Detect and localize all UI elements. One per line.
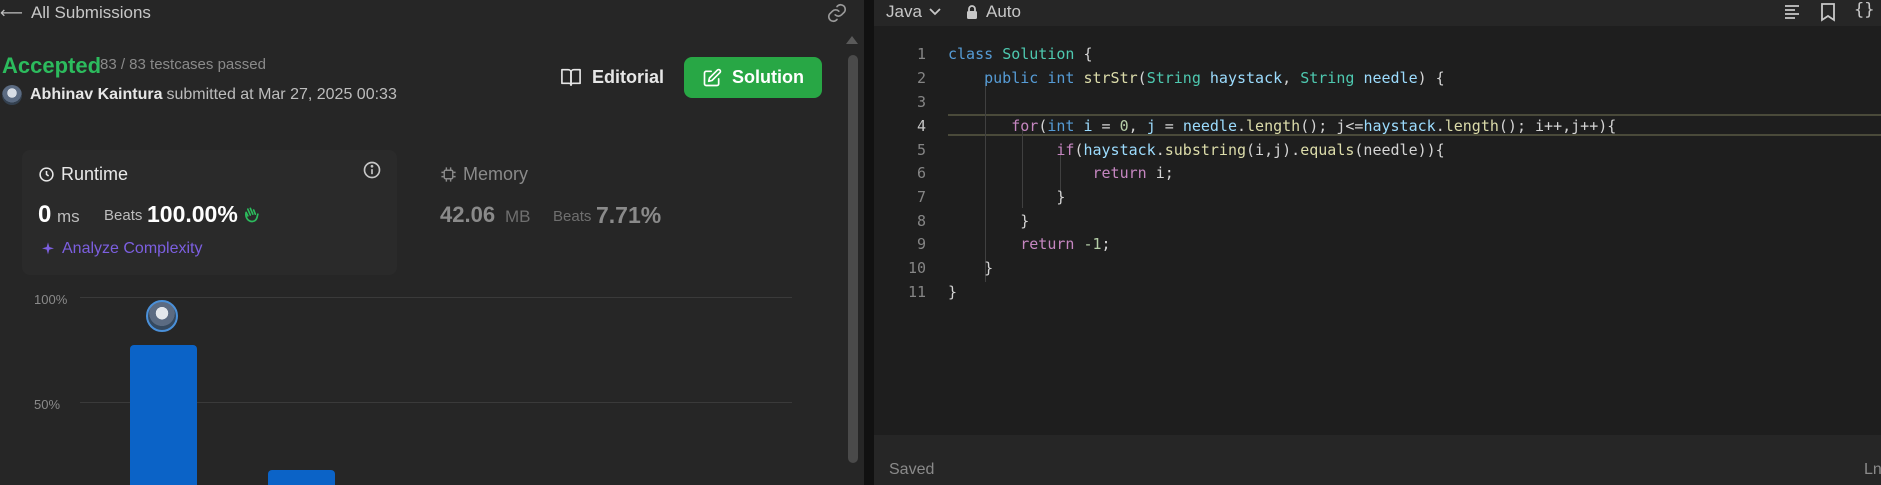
analyze-label: Analyze Complexity	[62, 240, 203, 257]
code-line[interactable]: return i;	[948, 164, 1174, 182]
editorial-button[interactable]: Editorial	[548, 57, 676, 97]
solution-label: Solution	[732, 67, 804, 87]
chart-y-100: 100%	[34, 292, 68, 307]
language-select[interactable]: Java	[886, 2, 942, 22]
lock-icon	[967, 4, 977, 19]
mode-label: Auto	[986, 2, 1021, 21]
sparkle-icon	[42, 242, 54, 255]
gridline-100	[80, 297, 792, 298]
memory-label: Memory	[463, 164, 529, 184]
runtime-unit: ms	[57, 207, 80, 226]
submitter-row: Abhinav Kaintura submitted at Mar 27, 20…	[2, 85, 397, 105]
book-icon	[561, 68, 581, 86]
runtime-bar-1ms[interactable]	[268, 470, 335, 485]
cursor-position: Ln	[1864, 461, 1881, 478]
your-submission-avatar	[146, 300, 178, 332]
line-number: 3	[916, 93, 926, 111]
memory-value: 42.06	[440, 202, 496, 227]
save-status: Saved	[889, 461, 935, 478]
edit-icon	[703, 68, 722, 86]
chip-icon	[441, 167, 456, 182]
bookmark-icon[interactable]	[1820, 2, 1836, 22]
back-label: All Submissions	[30, 3, 151, 22]
line-number: 8	[916, 212, 926, 230]
back-arrow-icon: ⟵	[0, 5, 23, 22]
runtime-beats-value: 100.00%	[147, 201, 238, 227]
line-number: 7	[916, 188, 926, 206]
editor-toolbar	[874, 0, 1881, 26]
memory-beats-value: 7.71%	[596, 202, 662, 228]
runtime-label: Runtime	[61, 164, 129, 184]
solution-button[interactable]: Solution	[684, 57, 822, 98]
runtime-title: Runtime	[38, 164, 128, 185]
code-line[interactable]: if(haystack.substring(i,j).equals(needle…	[948, 141, 1444, 159]
code-line[interactable]: class Solution {	[948, 45, 1093, 63]
runtime-bar-0ms[interactable]	[130, 345, 197, 485]
username[interactable]: Abhinav Kaintura	[30, 86, 162, 104]
scroll-up-arrow[interactable]	[846, 36, 858, 44]
code-line[interactable]: }	[948, 188, 1065, 206]
auto-mode[interactable]: Auto	[966, 2, 1021, 22]
scrollbar-thumb[interactable]	[848, 55, 858, 463]
line-number: 9	[916, 235, 926, 253]
memory-title[interactable]: Memory	[440, 164, 528, 185]
code-line[interactable]: }	[948, 212, 1029, 230]
language-label: Java	[886, 2, 922, 21]
panel-divider[interactable]	[864, 0, 874, 485]
braces-icon[interactable]: {}	[1854, 0, 1874, 20]
testcases-passed: 83 / 83 testcases passed	[100, 56, 266, 73]
format-icon[interactable]	[1782, 2, 1802, 22]
chart-y-50: 50%	[34, 397, 61, 412]
editor-status-bar	[874, 435, 1881, 485]
clap-icon	[245, 207, 259, 223]
code-line[interactable]: }	[948, 259, 993, 277]
line-number: 5	[916, 141, 926, 159]
avatar[interactable]	[2, 85, 22, 105]
line-number-active: 4	[916, 117, 926, 135]
leetcode-submission-view: ⟵ All Submissions Accepted 83 / 83 testc…	[0, 0, 1881, 485]
runtime-beats-label: Beats	[104, 207, 143, 224]
analyze-complexity-link[interactable]: Analyze Complexity	[40, 240, 203, 258]
clock-icon	[39, 167, 54, 182]
line-number: 10	[907, 259, 926, 277]
line-number: 11	[907, 283, 926, 301]
submitted-time: submitted at Mar 27, 2025 00:33	[166, 86, 397, 103]
editorial-label: Editorial	[592, 66, 665, 87]
code-line[interactable]: return -1;	[948, 235, 1110, 253]
back-to-submissions[interactable]: ⟵ All Submissions	[0, 2, 151, 24]
chevron-down-icon	[929, 8, 941, 16]
code-line[interactable]: }	[948, 283, 957, 301]
memory-beats-label: Beats	[553, 208, 592, 225]
line-number: 6	[916, 164, 926, 182]
runtime-value: 0	[38, 201, 52, 228]
line-number: 2	[916, 69, 926, 87]
memory-unit: MB	[505, 207, 531, 226]
code-line-active[interactable]: for(int i = 0, j = needle.length(); j<=h…	[948, 117, 1616, 135]
status-accepted: Accepted	[2, 53, 102, 78]
info-icon[interactable]	[362, 160, 382, 180]
line-gutter	[874, 26, 947, 435]
line-number: 1	[916, 45, 926, 63]
link-icon[interactable]	[826, 2, 848, 24]
code-line[interactable]: public int strStr(String haystack, Strin…	[948, 69, 1445, 87]
